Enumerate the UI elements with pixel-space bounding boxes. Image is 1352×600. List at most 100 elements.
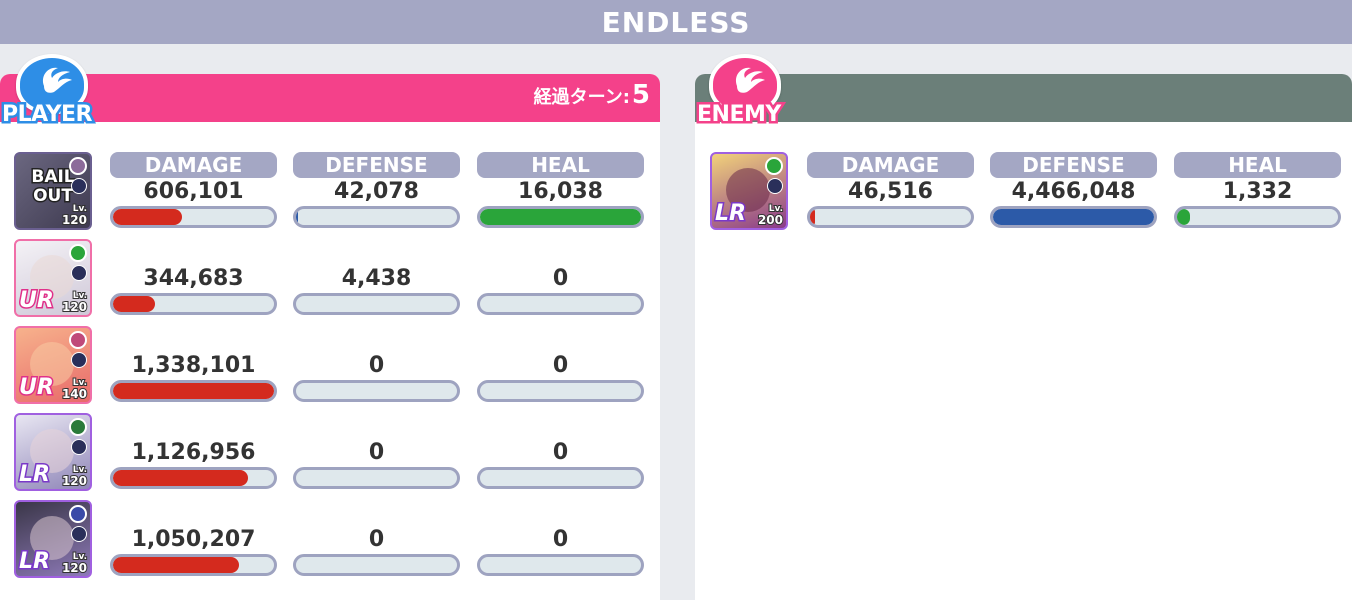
- heal-bar: [477, 554, 644, 576]
- skill-type-icon: [71, 178, 87, 194]
- heal-header: [477, 413, 644, 439]
- enemy-badge-label: ENEMY: [695, 100, 784, 130]
- defense-bar-fill: [296, 209, 298, 225]
- heal-bar: [477, 467, 644, 489]
- unit-avatar[interactable]: UR Lv. 140: [14, 326, 92, 404]
- defense-bar-fill: [993, 209, 1154, 225]
- damage-bar: [110, 380, 277, 402]
- damage-stat: DAMAGE 46,516: [807, 152, 974, 228]
- unit-avatar[interactable]: BAIL OUT Lv. 120: [14, 152, 92, 230]
- level-value: 200: [757, 213, 784, 227]
- player-badge-label: PLAYER: [0, 100, 95, 130]
- heal-bar: [1174, 206, 1341, 228]
- damage-value: 46,516: [848, 179, 933, 204]
- rarity-label: LR: [18, 461, 52, 489]
- defense-value: 4,466,048: [1011, 179, 1136, 204]
- heal-stat: 0: [477, 413, 644, 489]
- defense-bar: [293, 380, 460, 402]
- unit-row: UR Lv. 140 1,338,101 0 0: [0, 326, 660, 406]
- level-label: Lv. 120: [61, 290, 88, 314]
- damage-stat: 344,683: [110, 239, 277, 315]
- damage-value: 1,338,101: [131, 353, 256, 378]
- damage-bar-fill: [113, 470, 249, 486]
- heal-value: 0: [552, 266, 569, 291]
- heal-bar: [477, 380, 644, 402]
- defense-header: [293, 413, 460, 439]
- unit-row: BAIL OUT Lv. 120 DAMAGE 606,101 DEFENSE 4…: [0, 152, 660, 232]
- unit-row: LR Lv. 200 DAMAGE 46,516 DEFENSE 4,466,04…: [696, 152, 1352, 232]
- unit-row: UR Lv. 120 344,683 4,438 0: [0, 239, 660, 319]
- heal-bar: [477, 293, 644, 315]
- heal-value: 0: [552, 440, 569, 465]
- damage-header: [110, 239, 277, 265]
- level-label: Lv. 200: [757, 203, 784, 227]
- rarity-label: LR: [18, 548, 52, 576]
- element-icon: [69, 244, 87, 262]
- damage-bar-fill: [113, 209, 183, 225]
- skill-type-icon: [71, 352, 87, 368]
- element-icon: [69, 157, 87, 175]
- defense-stat: 4,438: [293, 239, 460, 315]
- damage-value: 606,101: [143, 179, 244, 204]
- unit-row: LR Lv. 120 1,050,207 0 0: [0, 500, 660, 580]
- damage-header: DAMAGE: [807, 152, 974, 178]
- heal-bar-fill: [1177, 209, 1190, 225]
- heal-header: [477, 500, 644, 526]
- damage-bar: [110, 554, 277, 576]
- player-badge: PLAYER: [0, 54, 110, 134]
- unit-avatar[interactable]: LR Lv. 120: [14, 413, 92, 491]
- defense-value: 4,438: [341, 266, 412, 291]
- unit-avatar[interactable]: LR Lv. 120: [14, 500, 92, 578]
- heal-stat: 0: [477, 239, 644, 315]
- element-icon: [765, 157, 783, 175]
- level-value: 140: [61, 387, 88, 401]
- defense-stat: 0: [293, 413, 460, 489]
- heal-value: 0: [552, 527, 569, 552]
- level-label: Lv. 120: [61, 203, 88, 227]
- enemy-badge: ENEMY: [693, 54, 803, 134]
- defense-header: [293, 500, 460, 526]
- heal-stat: 0: [477, 326, 644, 402]
- mode-title: ENDLESS: [601, 5, 751, 39]
- element-icon: [69, 418, 87, 436]
- defense-header: [293, 239, 460, 265]
- defense-bar: [293, 293, 460, 315]
- heal-header: HEAL: [477, 152, 644, 178]
- mode-title-bar: ENDLESS: [0, 0, 1352, 44]
- heal-value: 16,038: [518, 179, 603, 204]
- damage-stat: 1,050,207: [110, 500, 277, 576]
- skill-type-icon: [71, 526, 87, 542]
- damage-value: 1,050,207: [131, 527, 256, 552]
- heal-stat: HEAL 1,332: [1174, 152, 1341, 228]
- damage-bar-fill: [113, 557, 239, 573]
- damage-stat: 1,338,101: [110, 326, 277, 402]
- turn-counter: 経過ターン: 5: [534, 80, 650, 110]
- damage-bar-fill: [113, 296, 155, 312]
- damage-value: 1,126,956: [131, 440, 256, 465]
- damage-header: [110, 500, 277, 526]
- defense-bar: [293, 467, 460, 489]
- unit-avatar[interactable]: LR Lv. 200: [710, 152, 788, 230]
- defense-value: 42,078: [334, 179, 419, 204]
- heal-bar-fill: [480, 209, 641, 225]
- damage-header: [110, 413, 277, 439]
- defense-bar: [293, 206, 460, 228]
- element-icon: [69, 331, 87, 349]
- defense-stat: DEFENSE 42,078: [293, 152, 460, 228]
- defense-header: DEFENSE: [293, 152, 460, 178]
- skill-type-icon: [767, 178, 783, 194]
- heal-bar: [477, 206, 644, 228]
- level-value: 120: [61, 213, 88, 227]
- level-value: 120: [61, 300, 88, 314]
- heal-header: [477, 326, 644, 352]
- element-icon: [69, 505, 87, 523]
- damage-bar: [110, 293, 277, 315]
- defense-value: 0: [368, 440, 385, 465]
- damage-bar: [110, 467, 277, 489]
- damage-header: [110, 326, 277, 352]
- level-label: Lv. 120: [61, 464, 88, 488]
- defense-bar: [293, 554, 460, 576]
- rarity-label: UR: [18, 374, 56, 402]
- unit-avatar[interactable]: UR Lv. 120: [14, 239, 92, 317]
- heal-stat: HEAL 16,038: [477, 152, 644, 228]
